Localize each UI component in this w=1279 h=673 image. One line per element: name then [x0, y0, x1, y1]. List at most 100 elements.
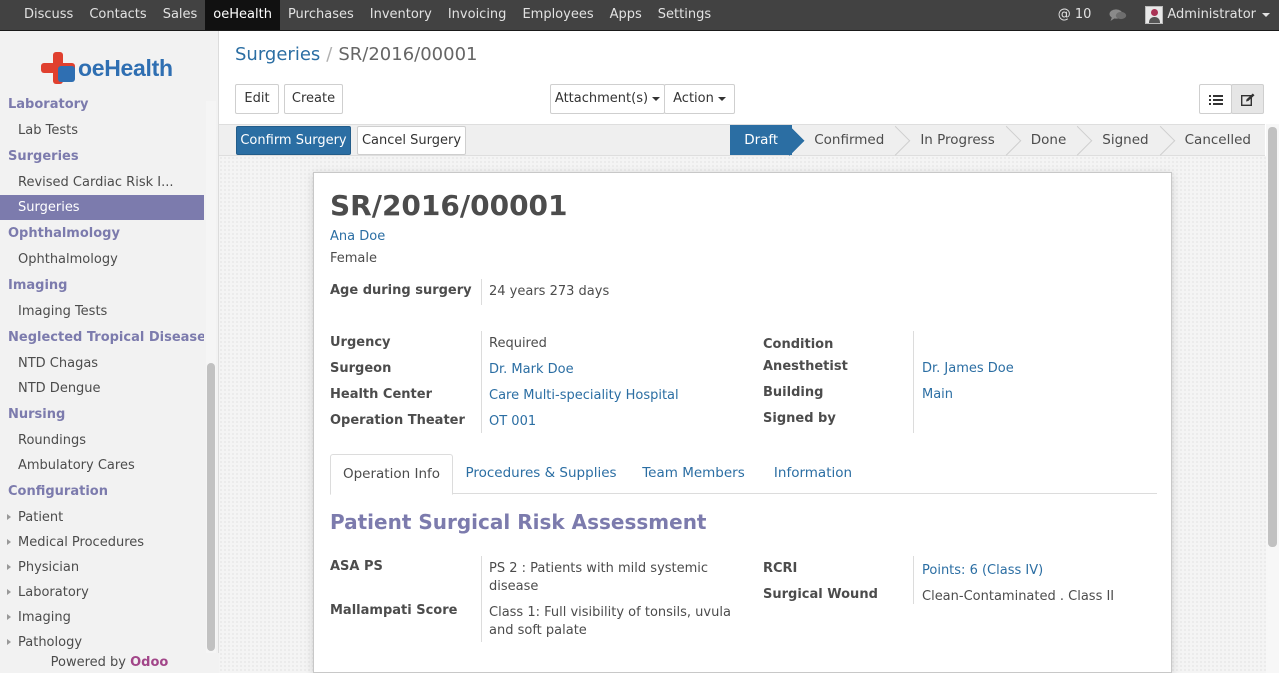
- menu-oehealth[interactable]: oeHealth: [205, 0, 280, 30]
- mentions-counter[interactable]: @ 10: [1049, 0, 1101, 30]
- sidebar-item-imaging[interactable]: Imaging: [0, 605, 204, 630]
- sidebar-item-imaging-tests[interactable]: Imaging Tests: [0, 299, 204, 324]
- list-icon: [1208, 95, 1223, 105]
- age-label: Age during surgery: [330, 283, 472, 298]
- sidebar-item-revised-cardiac-risk-i[interactable]: Revised Cardiac Risk I...: [0, 170, 204, 195]
- section-title: Patient Surgical Risk Assessment: [330, 510, 707, 534]
- tab-operation-info[interactable]: Operation Info: [330, 454, 453, 495]
- mallampati-value-line1: Class 1: Full visibility of tonsils, uvu…: [489, 605, 731, 620]
- sidebar-item-laboratory[interactable]: Laboratory: [0, 580, 204, 605]
- logo[interactable]: oeHealth: [41, 51, 173, 85]
- menu-settings[interactable]: Settings: [650, 0, 719, 30]
- attachments-label: Attachment(s): [554, 91, 649, 106]
- sidebar-item-ntd-dengue[interactable]: NTD Dengue: [0, 376, 204, 401]
- form-sheet: SR/2016/00001 Ana Doe Female Age during …: [313, 172, 1172, 673]
- status-in-progress[interactable]: In Progress: [898, 125, 1008, 155]
- building-link[interactable]: Main: [922, 387, 953, 402]
- sidebar-item-surgeries[interactable]: Surgeries: [0, 195, 204, 220]
- sidebar-scrollbar-thumb[interactable]: [207, 363, 215, 651]
- chevron-down-icon: [717, 96, 726, 101]
- patient-link[interactable]: Ana Doe: [330, 229, 385, 244]
- rcri-label: RCRI: [763, 561, 798, 576]
- menu-contacts[interactable]: Contacts: [81, 0, 154, 30]
- divider: [481, 556, 482, 642]
- rcri-link[interactable]: Points: 6 (Class IV): [922, 563, 1043, 578]
- menu-apps[interactable]: Apps: [602, 0, 650, 30]
- building-label: Building: [763, 385, 824, 400]
- notebook-tabs: Operation Info Procedures & Supplies Tea…: [330, 454, 1157, 495]
- sidebar-item-patient[interactable]: Patient: [0, 505, 204, 530]
- sidebar-section-surgeries: Surgeries: [8, 149, 79, 164]
- sidebar-section-configuration: Configuration: [8, 484, 108, 499]
- content-scrollbar-thumb[interactable]: [1268, 127, 1277, 547]
- anesthetist-link[interactable]: Dr. James Doe: [922, 361, 1014, 376]
- patient-sex: Female: [330, 251, 378, 266]
- sidebar-section-ophthalmology: Ophthalmology: [8, 226, 120, 241]
- tab-information[interactable]: Information: [762, 454, 864, 494]
- attachments-dropdown[interactable]: Attachment(s): [550, 84, 665, 114]
- create-button[interactable]: Create: [284, 84, 343, 114]
- medical-cross-icon: [41, 52, 77, 84]
- breadcrumb-parent[interactable]: Surgeries: [235, 44, 320, 65]
- menu-invoicing[interactable]: Invoicing: [440, 0, 515, 30]
- health-center-link[interactable]: Care Multi-speciality Hospital: [489, 388, 679, 403]
- breadcrumb-current: SR/2016/00001: [338, 44, 478, 65]
- powered-by-label: Powered by: [50, 655, 126, 670]
- record-title: SR/2016/00001: [330, 189, 568, 222]
- health-center-label: Health Center: [330, 387, 432, 402]
- surgical-wound-label: Surgical Wound: [763, 587, 878, 602]
- cancel-surgery-button[interactable]: Cancel Surgery: [357, 126, 466, 155]
- chat-button[interactable]: [1100, 8, 1136, 22]
- menu-purchases[interactable]: Purchases: [280, 0, 362, 30]
- signed-by-label: Signed by: [763, 411, 836, 426]
- tab-procedures-supplies[interactable]: Procedures & Supplies: [460, 454, 622, 494]
- menu-inventory[interactable]: Inventory: [362, 0, 440, 30]
- status-cancelled[interactable]: Cancelled: [1163, 125, 1265, 155]
- menu-sales[interactable]: Sales: [155, 0, 206, 30]
- age-value: 24 years 273 days: [489, 284, 610, 299]
- breadcrumb-separator: /: [326, 44, 333, 65]
- sidebar: oeHealth Laboratory Lab Tests Surgeries Rev…: [0, 31, 219, 673]
- tab-team-members[interactable]: Team Members: [632, 454, 755, 494]
- surgeon-link[interactable]: Dr. Mark Doe: [489, 362, 574, 377]
- sidebar-item-medical-procedures[interactable]: Medical Procedures: [0, 530, 204, 555]
- powered-by: Powered by Odoo: [0, 653, 219, 673]
- edit-button[interactable]: Edit: [235, 84, 279, 114]
- sidebar-item-ambulatory-cares[interactable]: Ambulatory Cares: [0, 453, 204, 478]
- main-menu: Discuss Contacts Sales oeHealth Purchase…: [16, 0, 719, 30]
- systray: @ 10 Administrator: [1049, 0, 1279, 30]
- urgency-label: Urgency: [330, 335, 391, 350]
- status-draft[interactable]: Draft: [730, 125, 793, 155]
- sidebar-item-roundings[interactable]: Roundings: [0, 428, 204, 453]
- sidebar-item-ophthalmology[interactable]: Ophthalmology: [0, 247, 204, 272]
- status-steps: Draft Confirmed In Progress Done Signed …: [730, 125, 1265, 155]
- sidebar-menu: Laboratory Lab Tests Surgeries Revised Card…: [0, 91, 204, 655]
- form-view-button[interactable]: [1231, 84, 1264, 114]
- status-confirmed[interactable]: Confirmed: [792, 125, 898, 155]
- sidebar-item-pathology[interactable]: Pathology: [0, 630, 204, 655]
- sidebar-item-physician[interactable]: Physician: [0, 555, 204, 580]
- asa-ps-value-line1: PS 2 : Patients with mild systemic: [489, 561, 709, 576]
- surgical-wound-value: Clean-Contaminated . Class II: [922, 589, 1115, 604]
- divider: [913, 556, 914, 604]
- odoo-link[interactable]: Odoo: [130, 655, 168, 670]
- menu-employees[interactable]: Employees: [514, 0, 601, 30]
- chevron-down-icon: [1262, 13, 1270, 17]
- mallampati-label: Mallampati Score: [330, 603, 458, 618]
- menu-discuss[interactable]: Discuss: [16, 0, 81, 30]
- sidebar-section-laboratory: Laboratory: [8, 97, 89, 112]
- chat-icon: [1109, 9, 1127, 21]
- action-dropdown[interactable]: Action: [664, 84, 735, 114]
- sidebar-section-imaging: Imaging: [8, 278, 68, 293]
- sidebar-item-lab-tests[interactable]: Lab Tests: [0, 118, 204, 143]
- user-menu[interactable]: Administrator: [1136, 0, 1279, 30]
- user-name: Administrator: [1167, 7, 1256, 22]
- statusbar: Confirm Surgery Cancel Surgery Draft Con…: [219, 124, 1265, 156]
- sidebar-item-ntd-chagas[interactable]: NTD Chagas: [0, 351, 204, 376]
- confirm-surgery-button[interactable]: Confirm Surgery: [236, 126, 351, 155]
- operation-theater-link[interactable]: OT 001: [489, 414, 536, 429]
- status-signed[interactable]: Signed: [1080, 125, 1162, 155]
- list-view-button[interactable]: [1199, 84, 1232, 114]
- anesthetist-label: Anesthetist: [763, 359, 848, 374]
- sidebar-section-nursing: Nursing: [8, 407, 66, 422]
